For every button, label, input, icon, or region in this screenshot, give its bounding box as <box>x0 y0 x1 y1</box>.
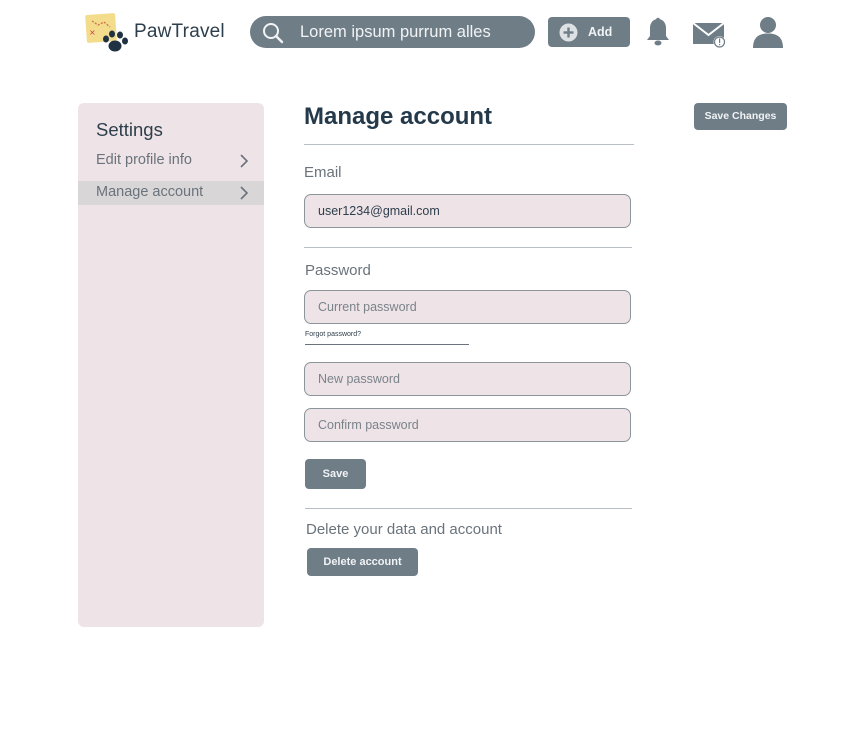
forgot-password-link[interactable]: Forgot password? <box>305 331 469 345</box>
search-bar[interactable]: Lorem ipsum purrum alles <box>250 16 535 48</box>
email-field[interactable] <box>304 194 631 228</box>
email-divider <box>304 247 632 248</box>
email-label: Email <box>304 164 342 181</box>
delete-account-button[interactable]: Delete account <box>307 548 418 576</box>
mail-icon[interactable] <box>692 19 728 49</box>
confirm-password-field[interactable] <box>304 408 631 442</box>
password-label: Password <box>305 262 371 279</box>
chevron-right-icon <box>240 154 249 168</box>
title-divider <box>304 144 634 145</box>
svg-text:×: × <box>89 28 96 37</box>
password-divider <box>305 508 632 509</box>
plus-circle-icon <box>559 23 578 42</box>
pawtravel-logo[interactable]: × <box>84 13 132 55</box>
brand-name: PawTravel <box>134 21 225 42</box>
save-changes-button[interactable]: Save Changes <box>694 103 787 130</box>
sidebar-item-label: Manage account <box>96 184 204 200</box>
add-button[interactable]: Add <box>548 17 630 47</box>
add-button-label: Add <box>588 25 613 39</box>
search-icon <box>263 23 284 44</box>
sidebar-item-label: Edit profile info <box>96 152 192 168</box>
bell-icon[interactable] <box>644 17 672 47</box>
chevron-right-icon <box>240 186 249 200</box>
current-password-field[interactable] <box>304 290 631 324</box>
search-input[interactable]: Lorem ipsum purrum alles <box>300 23 491 42</box>
page-title: Manage account <box>304 103 493 130</box>
delete-section-label: Delete your data and account <box>306 521 502 538</box>
user-profile-icon[interactable] <box>751 15 785 49</box>
new-password-field[interactable] <box>304 362 631 396</box>
settings-sidebar: Settings Edit profile info Manage accoun… <box>78 103 264 627</box>
sidebar-item-manage-account[interactable]: Manage account <box>78 181 264 205</box>
sidebar-item-edit-profile-info[interactable]: Edit profile info <box>78 149 264 173</box>
sidebar-title: Settings <box>96 119 163 140</box>
save-password-button[interactable]: Save <box>305 459 366 489</box>
